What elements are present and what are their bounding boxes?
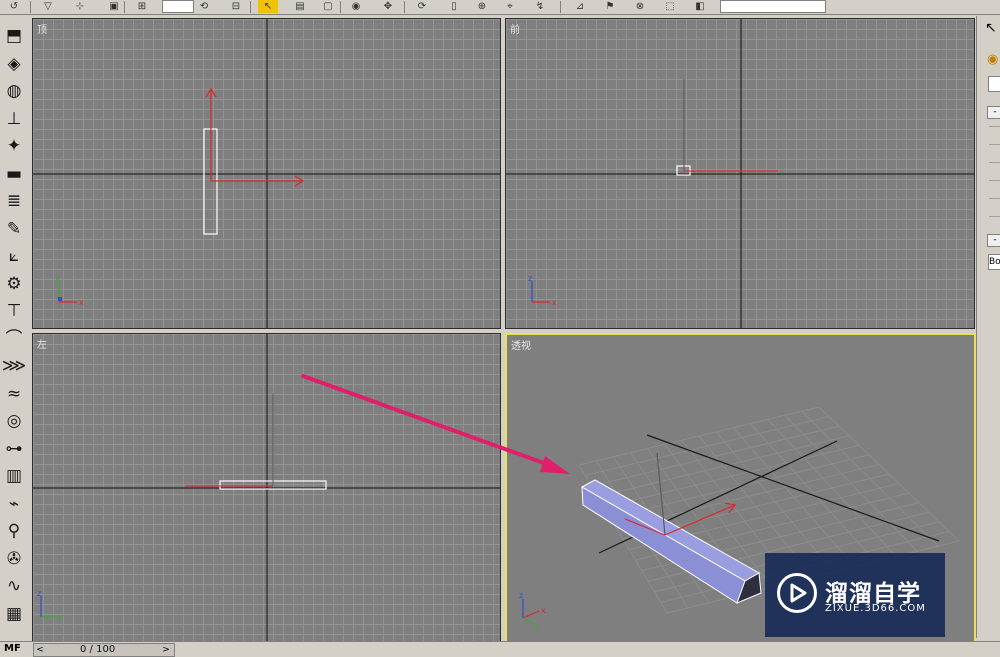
left-tool-button[interactable]: ≣ [2, 189, 26, 213]
rollout-divider [989, 126, 1000, 127]
toolbar-button[interactable]: ⚑ [600, 0, 620, 13]
toolbar-selection-set-field[interactable] [720, 0, 826, 13]
left-tool-button[interactable]: ≈ [2, 382, 26, 406]
object-name-field[interactable]: Bo [988, 254, 1000, 270]
viewport-front[interactable]: 前 zx [505, 18, 975, 329]
left-tool-button[interactable]: ⚲ [2, 519, 26, 543]
axis-label-x: x [541, 606, 546, 615]
left-tool-button[interactable]: ⌒ [2, 327, 26, 351]
toolbar-button[interactable]: ✥ [378, 0, 398, 13]
left-tool-button[interactable]: ⌁ [2, 492, 26, 516]
toolbar-button[interactable]: ⊹ [70, 0, 90, 13]
watermark-subtitle: ZIXUE.3D66.COM [825, 603, 926, 614]
toolbar-button[interactable]: ↯ [530, 0, 550, 13]
toolbar-button[interactable]: ⬚ [660, 0, 680, 13]
time-slider-next-button[interactable]: > [160, 644, 172, 656]
toolbar-button[interactable]: ▯ [444, 0, 464, 13]
toolbar-button[interactable]: ⊗ [630, 0, 650, 13]
axis-tripod-left [40, 596, 57, 618]
axis-label-y: y [535, 624, 540, 633]
toolbar-button[interactable]: ⌖ [500, 0, 520, 13]
rollout-collapse-button-1[interactable]: - [987, 106, 1000, 119]
left-tool-button[interactable]: ∿ [2, 574, 26, 598]
toolbar-button[interactable]: ⟲ [194, 0, 214, 13]
select-object-icon[interactable]: ↖ [985, 20, 997, 36]
left-tool-button[interactable]: ⊥ [2, 107, 26, 131]
toolbar-separator [404, 1, 405, 13]
toolbar-button[interactable]: ↖ [258, 0, 278, 13]
toolbar-button[interactable]: ◧ [690, 0, 710, 13]
rollout-divider [989, 162, 1000, 163]
axis-label-x: x [79, 298, 84, 307]
viewport-top-canvas: yx [33, 19, 500, 328]
toolbar-separator [560, 1, 561, 13]
rollout-divider [989, 180, 1000, 181]
axis-label-z: z [37, 589, 41, 598]
left-tool-button[interactable]: ▥ [2, 464, 26, 488]
left-tool-button[interactable]: ⚙ [2, 272, 26, 296]
left-tool-button[interactable]: ▬ [2, 162, 26, 186]
toolbar-button[interactable]: ▢ [318, 0, 338, 13]
command-panel: ↖ ◉ - - Bo [976, 16, 1000, 638]
axis-label-y: y [55, 274, 60, 283]
viewport-top[interactable]: 顶 yx [32, 18, 501, 329]
box-object-perspective [580, 479, 762, 604]
left-tool-button[interactable]: ◈ [2, 52, 26, 76]
toolbar-button[interactable]: ▣ [104, 0, 124, 13]
left-tool-column: ⬒ ◈ ◍ ⊥ ✦ ▬ ≣ ✎ ⟀ ⚙ ⊤ ⌒ ⋙ ≈ ◎ ⊶ ▥ ⌁ ⚲ ✇ ∿ ▦ [0, 16, 30, 638]
toolbar-button[interactable]: ⊞ [132, 0, 152, 13]
viewport-left-canvas: zy [33, 334, 500, 641]
bottom-bar: < 0 / 100 > MF [0, 641, 1000, 657]
rollout-collapse-button-2[interactable]: - [987, 234, 1000, 247]
toolbar-separator [124, 1, 125, 13]
rollout-divider [989, 144, 1000, 145]
toolbar-button[interactable]: ↺ [4, 0, 24, 13]
toolbar-separator [30, 1, 31, 13]
axis-tripod-front [531, 281, 550, 303]
left-tool-button[interactable]: ▦ [2, 602, 26, 626]
left-tool-button[interactable]: ⊤ [2, 299, 26, 323]
viewport-front-canvas: zx [506, 19, 974, 328]
move-gizmo-front [683, 79, 778, 172]
watermark-logo-icon [777, 573, 817, 613]
create-tab-icon[interactable]: ◉ [987, 52, 998, 67]
left-tool-button[interactable]: ⬒ [2, 24, 26, 48]
command-panel-field-1[interactable] [988, 76, 1000, 92]
left-tool-button[interactable]: ◍ [2, 79, 26, 103]
move-gizmo-left [185, 394, 274, 487]
toolbar-button[interactable]: ▤ [290, 0, 310, 13]
axis-label-x: x [552, 298, 557, 307]
left-tool-button[interactable]: ✦ [2, 134, 26, 158]
move-gizmo-top [205, 87, 305, 187]
left-tool-button[interactable]: ⊶ [2, 437, 26, 461]
rollout-divider [989, 198, 1000, 199]
main-toolbar: ↺▽⊹▣⊞⧉⟲⊟↖▤▢◉✥⟳▯⊕⌖↯⊿⚑⊗⬚◧✓⚲☷ [0, 0, 1000, 15]
left-tool-button[interactable]: ✎ [2, 217, 26, 241]
toolbar-button[interactable]: ⟳ [412, 0, 432, 13]
toolbar-button[interactable]: ⊟ [226, 0, 246, 13]
time-slider-frame-label: 0 / 100 [80, 644, 116, 655]
left-tool-button[interactable]: ⟀ [2, 244, 26, 268]
left-tool-button[interactable]: ⋙ [2, 354, 26, 378]
axis-tripod-perspective [522, 599, 540, 626]
perspective-grid-line [715, 431, 835, 573]
axis-tripod-top [58, 281, 77, 303]
toolbar-dropdown[interactable] [162, 0, 194, 13]
viewport-left[interactable]: 左 zy [32, 333, 501, 642]
axis-label-z: z [528, 274, 532, 283]
corner-label: MF [4, 643, 21, 654]
left-tool-button[interactable]: ✇ [2, 547, 26, 571]
toolbar-button[interactable]: ▽ [38, 0, 58, 13]
toolbar-separator [250, 1, 251, 13]
toolbar-button[interactable]: ⊕ [472, 0, 492, 13]
axis-label-z: z [519, 591, 523, 600]
axis-label-y: y [59, 613, 64, 622]
watermark: 溜溜自学 ZIXUE.3D66.COM [765, 553, 945, 637]
toolbar-separator [340, 1, 341, 13]
toolbar-button[interactable]: ◉ [346, 0, 366, 13]
left-tool-button[interactable]: ◎ [2, 409, 26, 433]
rollout-divider [989, 216, 1000, 217]
toolbar-button[interactable]: ⊿ [570, 0, 590, 13]
time-slider-prev-button[interactable]: < [34, 644, 46, 656]
